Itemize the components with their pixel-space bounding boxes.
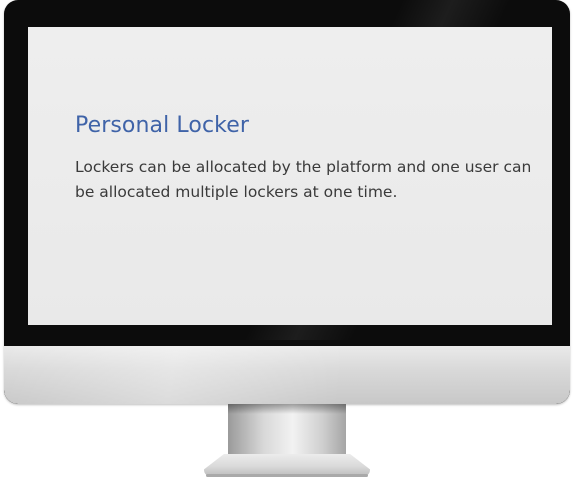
monitor-illustration: Personal Locker Lockers can be allocated…	[0, 0, 573, 482]
monitor-stand-foot	[204, 454, 370, 476]
monitor-body: Personal Locker Lockers can be allocated…	[4, 0, 570, 404]
monitor-chin	[4, 346, 570, 404]
chin-highlight	[4, 346, 570, 404]
stand-shadow	[228, 404, 346, 414]
description-text: Lockers can be allocated by the platform…	[75, 158, 532, 201]
stand-foot-edge	[206, 474, 368, 477]
page-title: Personal Locker	[75, 113, 249, 138]
monitor-screen: Personal Locker Lockers can be allocated…	[28, 27, 552, 325]
